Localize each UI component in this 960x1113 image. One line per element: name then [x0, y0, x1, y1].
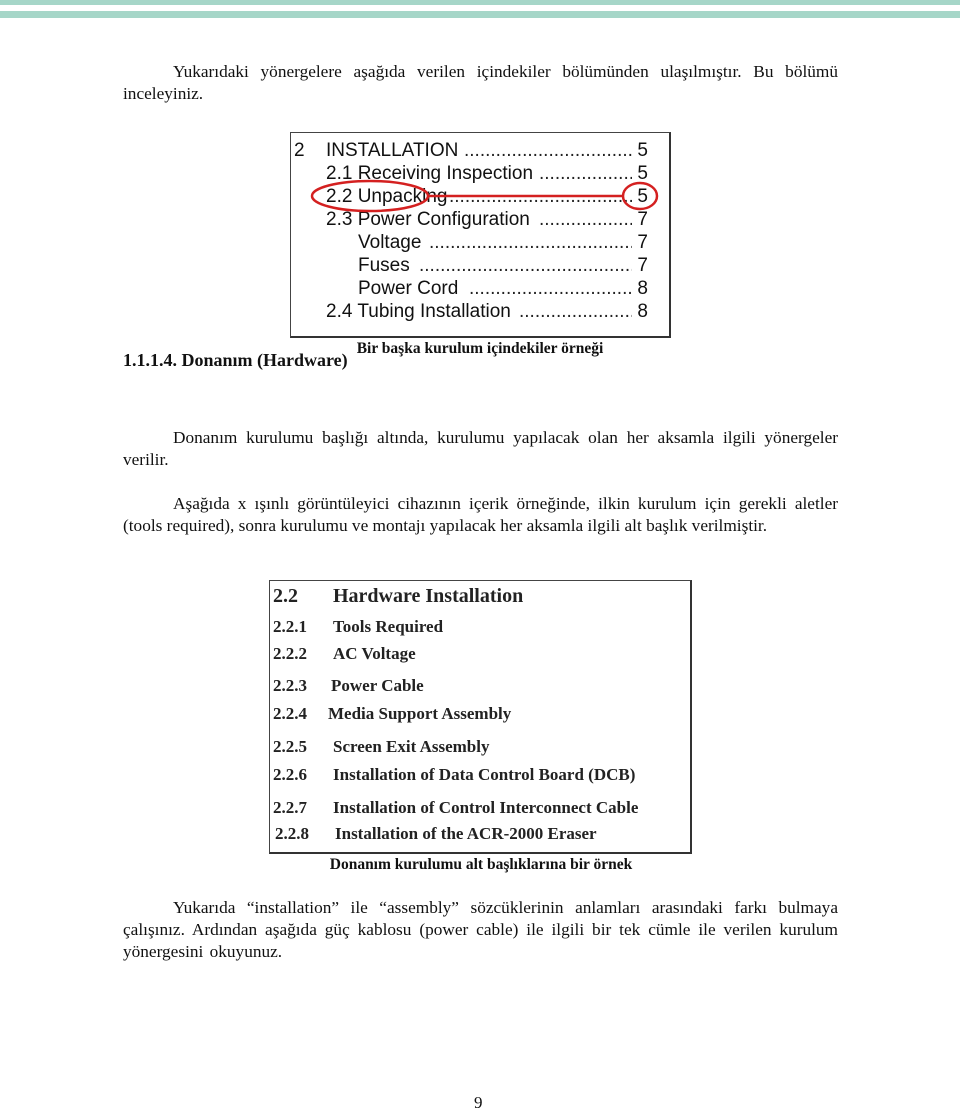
toc-entry-num: 2.2.2 [273, 644, 307, 663]
toc-entry-label: 2.3 Power Configuration [326, 209, 533, 231]
toc-figure-hardware-installation: 2.2 Hardware Installation 2.2.1 Tools Re… [269, 580, 692, 854]
figure2-caption: Donanım kurulumu alt başlıklarına bir ör… [329, 856, 633, 873]
toc-leader-dots: ........................................… [469, 278, 632, 299]
toc-entry-label: Installation of Data Control Board (DCB) [333, 765, 636, 784]
toc-entry-page: 7 [637, 232, 648, 253]
toc-entry-label: Screen Exit Assembly [333, 737, 490, 756]
toc-entry-num: 2.2.6 [273, 765, 307, 784]
toc-entry-label: Power Cable [331, 676, 424, 695]
header-accent-bar [0, 0, 960, 5]
toc-entry-page: 5 [637, 140, 648, 161]
toc-leader-dots: ........................................… [519, 301, 632, 322]
toc-entry-label: Power Cord [358, 278, 462, 300]
toc-leader-dots: ................................. [539, 163, 632, 184]
section-heading: 1.1.1.4. Donanım (Hardware) [123, 350, 348, 370]
toc-entry-num: 2.2.7 [273, 798, 307, 817]
page-number: 9 [474, 1093, 483, 1112]
toc-entry-label: 2.1 Receiving Inspection [326, 163, 537, 185]
toc-entry-num: 2 [294, 140, 308, 162]
toc-entry-page: 7 [637, 209, 648, 230]
toc-entry-num: 2.2.8 [275, 824, 309, 843]
toc-entry-label: 2.2 Unpacking [326, 186, 448, 207]
toc-leader-dots: ........................................… [419, 255, 632, 276]
toc-entry-num: 2.2 [273, 585, 298, 607]
toc-entry-num: 2.2.4 [273, 704, 307, 723]
toc-entry-label: Installation of Control Interconnect Cab… [333, 798, 639, 817]
toc-entry-label: INSTALLATION [326, 140, 462, 162]
toc-entry: 2.3 Power Configuration ................… [294, 209, 648, 231]
toc-entry-highlighted: 2.2 Unpacking ..........................… [294, 186, 648, 208]
toc-entry-label: Tools Required [333, 617, 444, 636]
toc-entry: 2.1 Receiving Inspection ...............… [294, 163, 648, 185]
toc-leader-dots: ................................. [464, 140, 632, 161]
header-accent-bar-secondary [0, 11, 960, 18]
toc-entry-num: 2.2.5 [273, 737, 307, 756]
toc-entry-label: Fuses [358, 255, 413, 277]
toc-entry-label: Installation of the ACR-2000 Eraser [335, 824, 597, 843]
toc-entry-num: 2.2.3 [273, 676, 307, 695]
intro-paragraph: Yukarıdaki yönergelere aşağıda verilen i… [123, 62, 838, 103]
closing-paragraph: Yukarıda “installation” ile “assembly” s… [123, 898, 838, 961]
toc-entry: Fuses ..................................… [294, 255, 648, 277]
toc-entry-label: Media Support Assembly [328, 704, 512, 723]
toc-figure-installation: 2 INSTALLATION .........................… [290, 132, 671, 338]
toc-entry-num: 2.2.1 [273, 617, 307, 636]
toc-entry-page: 5 [637, 163, 648, 184]
toc-leader-dots: ........................................… [429, 232, 632, 253]
toc-entry-page: 7 [637, 255, 648, 276]
section-paragraph-2: Aşağıda x ışınlı görüntüleyici cihazının… [123, 494, 838, 535]
toc-entry-label: Hardware Installation [333, 585, 524, 607]
toc-entry-page: 8 [637, 278, 648, 299]
toc-entry: Power Cord .............................… [294, 278, 648, 300]
toc-entry-label: AC Voltage [333, 644, 416, 663]
toc-entry-page: 5 [637, 186, 648, 207]
toc-entry-page: 8 [637, 301, 648, 322]
toc-leader-dots: ................................. [539, 209, 632, 230]
toc-entry: Voltage ................................… [294, 232, 648, 254]
toc-leader-dots: ........................................… [449, 186, 632, 207]
toc-entry-label: Voltage [358, 232, 425, 254]
toc-entry: 2 INSTALLATION .........................… [294, 140, 648, 162]
section-paragraph-1: Donanım kurulumu başlığı altında, kurulu… [123, 428, 838, 469]
toc-entry-label: 2.4 Tubing Installation [326, 301, 514, 323]
toc-entry: 2.4 Tubing Installation ................… [294, 301, 648, 323]
